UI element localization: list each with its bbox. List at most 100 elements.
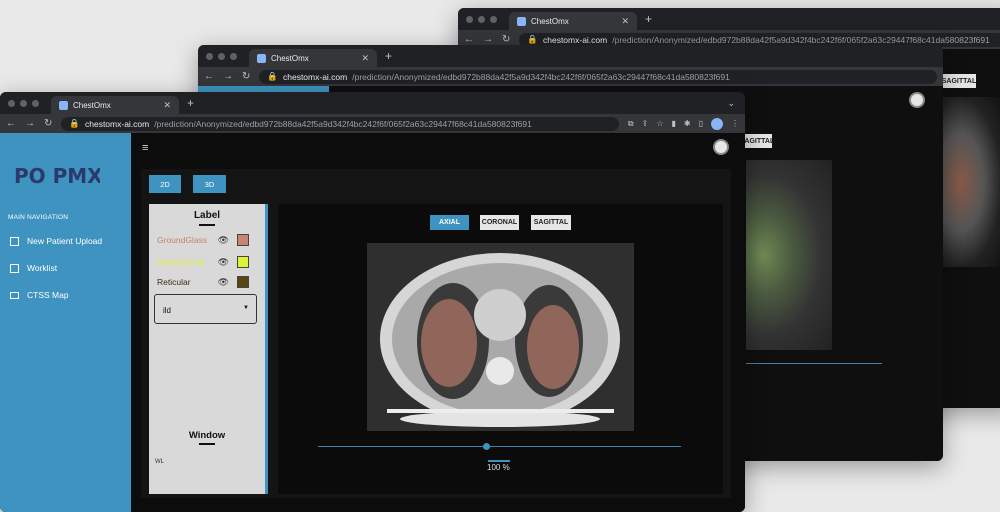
tab-title: ChestOmx: [271, 53, 309, 63]
tab-sagittal-back[interactable]: SAGITTAL: [740, 134, 774, 148]
browser-tab[interactable]: ChestOmx ✕: [249, 49, 377, 67]
favicon-icon: [517, 16, 526, 26]
hamburger-menu-icon[interactable]: ≡: [142, 142, 148, 154]
url-host: chestomx-ai.com: [282, 71, 348, 82]
tab-strip: ChestOmx ✕ + ⌄: [0, 92, 745, 114]
back-icon[interactable]: ←: [204, 71, 214, 82]
bookmark-star-icon[interactable]: ☆: [656, 119, 663, 128]
ct-image-back: [942, 97, 1000, 267]
url-field[interactable]: 🔒 chestomx-ai.com/prediction/Anonymized/…: [61, 116, 619, 131]
new-tab-icon[interactable]: +: [645, 12, 652, 26]
close-tab-icon[interactable]: ✕: [361, 53, 369, 64]
workspace-panel: 2D 3D Label GroundGlass 👁 HoneyComb 👁 Re…: [141, 169, 731, 498]
label-row-groundglass: GroundGlass 👁: [157, 234, 251, 246]
label-name: Reticular: [157, 277, 191, 287]
sidebar-item-ctss-map[interactable]: CTSS Map: [10, 290, 69, 300]
close-tab-icon[interactable]: ✕: [621, 16, 629, 27]
lock-icon: 🔒: [267, 71, 278, 81]
address-bar: ← → ↻ 🔒 chestomx-ai.com/prediction/Anony…: [0, 114, 745, 133]
sidepanel-icon[interactable]: ▯: [699, 119, 703, 128]
label-set-select[interactable]: ild ▼: [154, 294, 257, 324]
color-swatch[interactable]: [237, 234, 249, 246]
image-viewer: AXIAL CORONAL SAGITTAL 100 %: [278, 204, 723, 494]
lock-icon: 🔒: [527, 34, 538, 44]
title-underline: [199, 443, 215, 445]
browser-tab[interactable]: ChestOmx ✕: [509, 12, 637, 30]
mode-3d-button[interactable]: 3D: [193, 175, 226, 193]
label-name: GroundGlass: [157, 235, 208, 245]
tab-title: ChestOmx: [73, 100, 111, 110]
reload-icon[interactable]: ↻: [44, 118, 52, 129]
sidebar-item-new-patient-upload[interactable]: New Patient Upload: [10, 236, 102, 246]
forward-icon[interactable]: →: [483, 34, 493, 45]
menu-kebab-icon[interactable]: ⋮: [731, 119, 739, 128]
url-host: chestomx-ai.com: [542, 34, 608, 45]
url-path: /prediction/Anonymized/edbd972b88da42f5a…: [612, 34, 990, 45]
tab-axial[interactable]: AXIAL: [430, 215, 469, 230]
tab-search-icon[interactable]: ⌄: [727, 98, 735, 109]
url-path: /prediction/Anonymized/edbd972b88da42f5a…: [352, 71, 730, 82]
address-bar: ← → ↻ 🔒 chestomx-ai.com/prediction/Anonymiz…: [198, 67, 943, 86]
slice-slider[interactable]: [318, 443, 681, 450]
extensions-area: ⧉ ⇪ ☆ ▮ ✱ ▯ ⋮: [628, 117, 739, 130]
tab-sagittal[interactable]: SAGITTAL: [531, 215, 571, 230]
profile-icon[interactable]: [711, 117, 723, 130]
label-row-honeycomb: HoneyComb 👁: [157, 256, 251, 268]
ct-image-back: [746, 160, 832, 350]
browser-window-main: ChestOmx ✕ + ⌄ ← → ↻ 🔒 chestomx-ai.com/pr…: [0, 92, 745, 512]
label-name: HoneyComb: [157, 257, 205, 267]
color-swatch[interactable]: [237, 276, 249, 288]
ct-scan-image[interactable]: [367, 243, 634, 431]
reload-icon[interactable]: ↻: [502, 34, 510, 45]
back-icon[interactable]: ←: [464, 34, 474, 45]
sidebar-item-label: Worklist: [27, 263, 58, 273]
window-controls[interactable]: [206, 52, 237, 60]
puzzle-icon[interactable]: ✱: [684, 119, 691, 128]
mode-2d-button[interactable]: 2D: [149, 175, 181, 193]
new-tab-icon[interactable]: +: [385, 49, 392, 63]
browser-tab[interactable]: ChestOmx ✕: [51, 96, 179, 114]
app-logo: PO PMX: [14, 164, 100, 188]
visibility-eye-icon[interactable]: 👁: [218, 257, 229, 268]
back-icon[interactable]: ←: [6, 118, 16, 129]
select-value: ild: [163, 306, 172, 315]
chevron-down-icon: ▼: [243, 305, 249, 311]
translate-icon[interactable]: ⧉: [628, 119, 634, 129]
window-controls[interactable]: [8, 99, 39, 107]
avatar[interactable]: [713, 139, 729, 155]
visibility-eye-icon[interactable]: 👁: [218, 235, 229, 246]
close-tab-icon[interactable]: ✕: [163, 100, 171, 111]
logo-text: PO PMX: [14, 164, 100, 188]
share-icon[interactable]: ⇪: [642, 119, 649, 128]
grid-icon: [10, 263, 19, 273]
color-swatch[interactable]: [237, 256, 249, 268]
tab-sagittal-back[interactable]: SAGITTAL: [942, 74, 976, 88]
visibility-eye-icon[interactable]: 👁: [218, 277, 229, 288]
extension-icon[interactable]: ▮: [671, 119, 675, 128]
forward-icon[interactable]: →: [223, 71, 233, 82]
tab-strip: ChestOmx ✕ +: [198, 45, 943, 67]
tab-strip: ChestOmx ✕ +: [458, 8, 1000, 30]
slice-slider-handle[interactable]: [483, 443, 490, 450]
reload-icon[interactable]: ↻: [242, 71, 250, 82]
window-controls[interactable]: [466, 15, 497, 23]
label-row-reticular: Reticular 👁: [157, 276, 251, 288]
url-host: chestomx-ai.com: [84, 118, 150, 129]
window-section-title: Window: [188, 430, 226, 441]
url-field[interactable]: 🔒 chestomx-ai.com/prediction/Anonymized/e…: [259, 69, 937, 84]
slider-back[interactable]: [746, 363, 882, 364]
card-icon: [10, 291, 19, 299]
sidebar-item-worklist[interactable]: Worklist: [10, 263, 57, 273]
avatar[interactable]: [909, 92, 925, 108]
label-panel-title: Label: [193, 210, 221, 221]
forward-icon[interactable]: →: [25, 118, 35, 129]
sidebar: PO PMX MAIN NAVIGATION New Patient Uploa…: [0, 133, 131, 512]
url-path: /prediction/Anonymized/edbd972b88da42f5a…: [154, 118, 532, 129]
upload-icon: [10, 236, 19, 246]
title-underline: [199, 224, 215, 226]
tab-coronal[interactable]: CORONAL: [480, 215, 519, 230]
chestomx-app: PO PMX MAIN NAVIGATION New Patient Uploa…: [0, 133, 745, 512]
sidebar-item-label: CTSS Map: [27, 290, 69, 300]
sidebar-item-label: New Patient Upload: [27, 236, 103, 246]
new-tab-icon[interactable]: +: [187, 96, 194, 110]
